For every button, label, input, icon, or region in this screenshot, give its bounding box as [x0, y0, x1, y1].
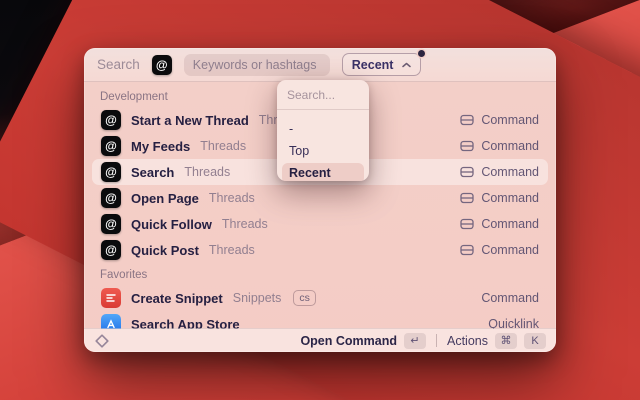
item-type-label: Command [481, 217, 539, 231]
appstore-icon [101, 314, 121, 329]
footer-bar: Open Command ↵ Actions ⌘ K [84, 328, 556, 352]
item-title: Start a New Thread [131, 113, 249, 128]
item-subtitle: Threads [184, 165, 230, 179]
item-title: Create Snippet [131, 291, 223, 306]
section-title: Favorites [100, 269, 540, 281]
dropdown-badge-dot [418, 50, 425, 57]
item-accessories: Command [460, 217, 539, 231]
command-icon [460, 140, 474, 152]
command-icon [460, 244, 474, 256]
command-icon [460, 114, 474, 126]
footer-divider [436, 334, 437, 347]
threads-icon: @ [101, 110, 121, 130]
item-type-label: Command [481, 113, 539, 127]
command-icon [460, 218, 474, 230]
item-type-label: Command [481, 191, 539, 205]
keywords-input[interactable]: Keywords or hashtags [184, 54, 330, 76]
search-bar: Search @ Keywords or hashtags Recent [84, 48, 556, 82]
item-accessories: Command [481, 291, 539, 305]
item-accessories: Command [460, 165, 539, 179]
chevron-up-icon [402, 62, 411, 68]
item-title: Quick Follow [131, 217, 212, 232]
item-accessories: Command [460, 191, 539, 205]
item-subtitle: Snippets [233, 291, 282, 305]
list-item[interactable]: @ Quick Post Threads Command [92, 237, 548, 263]
threads-icon: @ [101, 162, 121, 182]
item-accessories: Command [460, 113, 539, 127]
list-item[interactable]: @ Quick Follow Threads Command [92, 211, 548, 237]
dropdown-item[interactable]: Recent [282, 163, 364, 181]
item-accessories: Command [460, 243, 539, 257]
threads-icon: @ [152, 55, 172, 75]
sort-dropdown-menu: Search... -TopRecent [277, 80, 369, 181]
dropdown-item[interactable]: Top [282, 141, 364, 162]
item-type-label: Command [481, 139, 539, 153]
item-type-label: Command [481, 243, 539, 257]
item-title: My Feeds [131, 139, 190, 154]
actions-button[interactable]: Actions [447, 334, 488, 348]
item-subtitle: Threads [209, 243, 255, 257]
list-item[interactable]: Search App StoreQuicklink [92, 311, 548, 329]
dropdown-items: -TopRecent [277, 110, 369, 181]
threads-icon: @ [101, 214, 121, 234]
command-icon [460, 166, 474, 178]
sort-dropdown-button[interactable]: Recent [342, 53, 422, 76]
item-type-label: Command [481, 291, 539, 305]
threads-icon: @ [101, 136, 121, 156]
return-key-badge: ↵ [404, 333, 426, 349]
item-subtitle: Threads [200, 139, 246, 153]
k-key-badge: K [524, 333, 546, 349]
item-alias-badge: cs [293, 290, 316, 306]
snippets-icon [101, 288, 121, 308]
threads-icon: @ [101, 240, 121, 260]
dropdown-search-input[interactable]: Search... [277, 80, 369, 109]
item-title: Open Page [131, 191, 199, 206]
command-key-badge: ⌘ [495, 333, 517, 349]
raycast-logo-icon [94, 333, 110, 349]
item-subtitle: Threads [209, 191, 255, 205]
threads-icon: @ [101, 188, 121, 208]
item-subtitle: Threads [222, 217, 268, 231]
sort-dropdown-value: Recent [352, 58, 394, 72]
list-item[interactable]: Create Snippet Snippets cs Command [92, 285, 548, 311]
search-input[interactable]: Search [97, 57, 140, 72]
item-title: Quick Post [131, 243, 199, 258]
dropdown-item[interactable]: - [282, 119, 364, 140]
item-type-label: Command [481, 165, 539, 179]
command-icon [460, 192, 474, 204]
list-item[interactable]: @ Open Page Threads Command [92, 185, 548, 211]
item-accessories: Command [460, 139, 539, 153]
open-command-button[interactable]: Open Command [300, 334, 397, 348]
item-title: Search [131, 165, 174, 180]
